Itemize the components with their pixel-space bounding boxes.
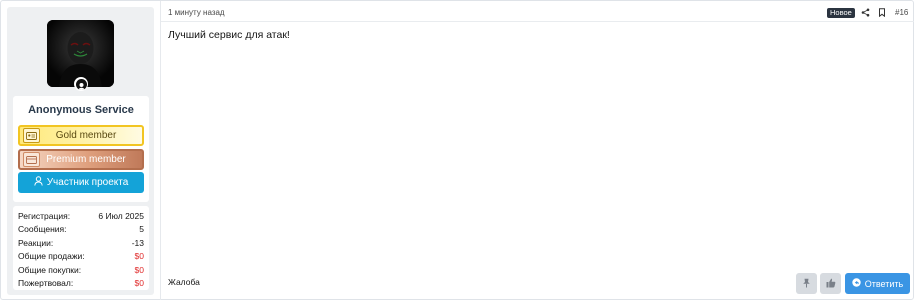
project-member-label: Участник проекта bbox=[46, 177, 129, 188]
stat-label: Реакции: bbox=[18, 237, 54, 248]
user-outline-icon bbox=[34, 176, 43, 189]
stat-row-reactions: Реакции: -13 bbox=[13, 236, 149, 250]
stat-value: $0 bbox=[134, 264, 144, 275]
online-status-badge bbox=[74, 77, 88, 91]
message-post: Anonymous Service Gold member Premium me… bbox=[0, 0, 914, 300]
username[interactable]: Anonymous Service bbox=[13, 104, 149, 116]
post-message: Лучший сервис для атак! bbox=[168, 29, 290, 41]
stat-row-donated: Пожертвовал: $0 bbox=[13, 277, 149, 291]
stat-value: $0 bbox=[134, 251, 144, 262]
report-link[interactable]: Жалоба bbox=[168, 277, 200, 287]
post-header: 1 минуту назад Новое #16 bbox=[161, 1, 914, 22]
stat-label: Сообщения: bbox=[18, 224, 67, 235]
user-stats: Регистрация: 6 Июл 2025 Сообщения: 5 Реа… bbox=[13, 206, 149, 290]
pin-button[interactable] bbox=[796, 273, 817, 294]
pin-icon bbox=[802, 275, 811, 293]
project-member-badge[interactable]: Участник проекта bbox=[18, 172, 144, 193]
user-panel: Anonymous Service Gold member Premium me… bbox=[7, 7, 154, 295]
reply-label: Ответить bbox=[864, 278, 904, 289]
like-button[interactable] bbox=[820, 273, 841, 294]
reply-icon bbox=[852, 278, 861, 289]
stat-row-total-purchases: Общие покупки: $0 bbox=[13, 263, 149, 277]
post-main: 1 минуту назад Новое #16 Лучший сервис д… bbox=[161, 1, 914, 300]
premium-member-banner: Premium member bbox=[18, 149, 144, 170]
reply-button[interactable]: Ответить bbox=[845, 273, 910, 294]
stat-value: 6 Июл 2025 bbox=[98, 210, 144, 221]
stat-label: Общие покупки: bbox=[18, 264, 82, 275]
stat-row-registration: Регистрация: 6 Июл 2025 bbox=[13, 209, 149, 223]
share-icon[interactable] bbox=[860, 7, 870, 17]
card-icon bbox=[23, 152, 40, 167]
stat-row-messages: Сообщения: 5 bbox=[13, 223, 149, 237]
user-card: Anonymous Service Gold member Premium me… bbox=[13, 96, 149, 202]
stat-label: Общие продажи: bbox=[18, 251, 85, 262]
stat-row-total-sales: Общие продажи: $0 bbox=[13, 250, 149, 264]
gold-member-label: Gold member bbox=[55, 130, 117, 141]
post-timestamp[interactable]: 1 минуту назад bbox=[168, 8, 225, 17]
stat-value: -13 bbox=[131, 237, 144, 248]
bookmark-icon[interactable] bbox=[877, 7, 887, 17]
stat-value: $0 bbox=[134, 278, 144, 289]
gold-member-banner: Gold member bbox=[18, 125, 144, 146]
post-number[interactable]: #16 bbox=[895, 8, 908, 17]
new-badge: Новое bbox=[827, 8, 855, 18]
thumbs-up-icon bbox=[826, 275, 836, 293]
id-card-icon bbox=[23, 128, 40, 143]
user-icon bbox=[75, 78, 87, 90]
premium-member-label: Premium member bbox=[46, 154, 126, 165]
stat-value: 5 bbox=[139, 224, 144, 235]
stat-label: Регистрация: bbox=[18, 210, 71, 221]
stat-label: Пожертвовал: bbox=[18, 278, 74, 289]
